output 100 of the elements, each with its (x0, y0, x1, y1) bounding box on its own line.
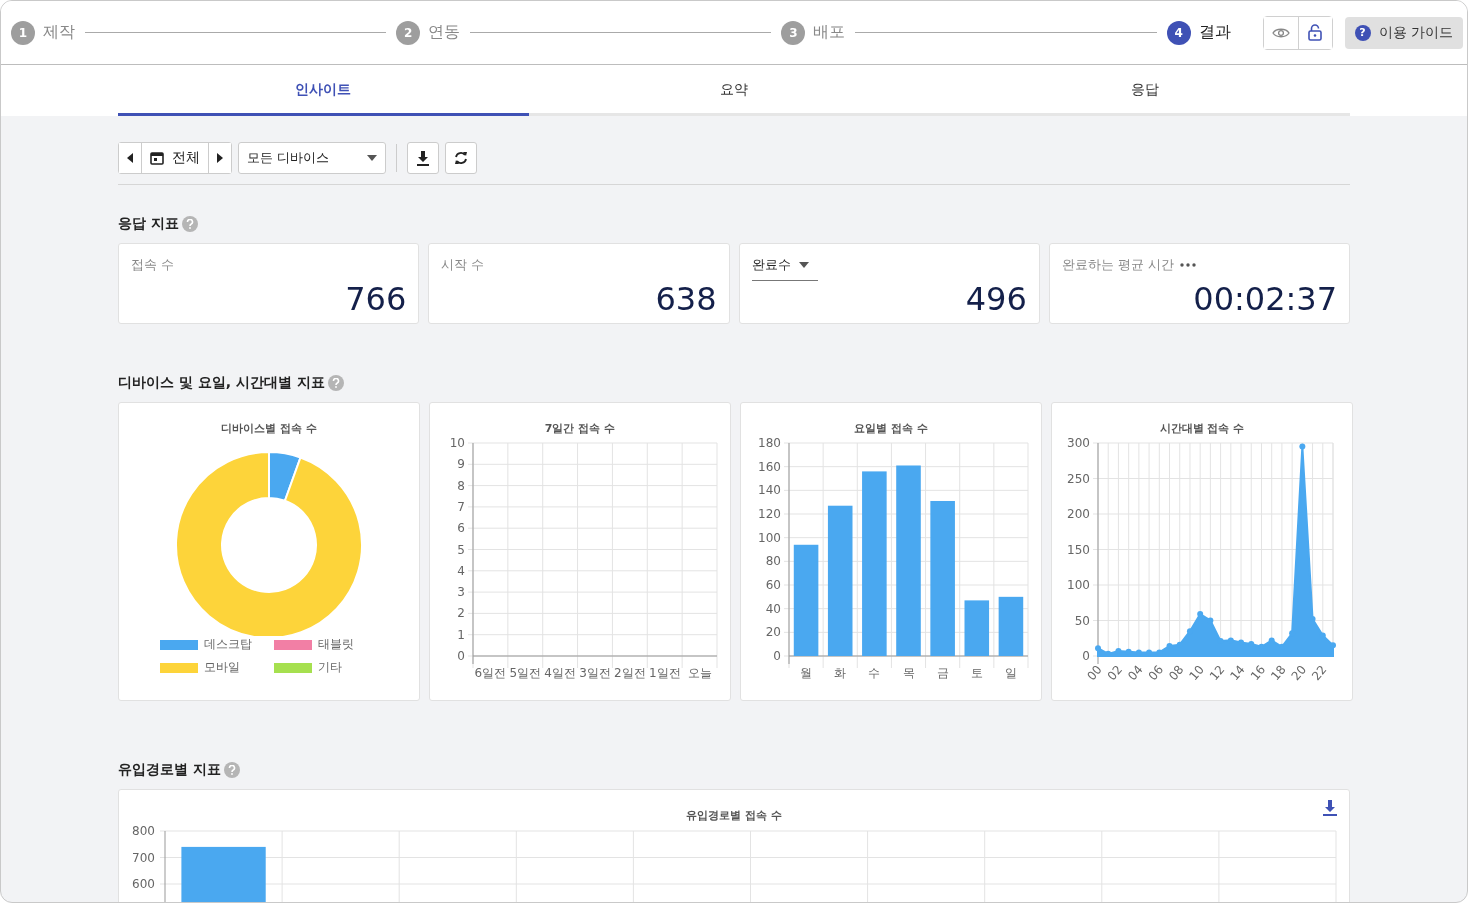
device-select[interactable]: 모든 디바이스 (238, 142, 386, 174)
chart-title: 요일별 접속 수 (854, 421, 928, 436)
section-title: 디바이스 및 요일, 시간대별 지표 (118, 374, 325, 392)
tab[interactable]: 응답 (939, 65, 1350, 116)
axis-tick-label: 오늘 (687, 666, 712, 680)
axis-tick-label: 02 (1104, 662, 1126, 684)
help-icon: ? (1354, 24, 1371, 41)
data-point (1197, 611, 1204, 618)
left-triangle-icon (127, 153, 133, 163)
section-title: 유입경로별 지표 (118, 761, 221, 779)
legend-label: 모바일 (204, 659, 241, 676)
axis-tick-label: 150 (1067, 542, 1090, 557)
axis-tick-label: 4일전 (544, 666, 576, 680)
chart-title: 유입경로별 접속 수 (686, 808, 782, 823)
legend-swatch (274, 662, 312, 673)
axis-tick-label: 5일전 (509, 666, 542, 680)
axis-tick-label: 10 (1186, 662, 1207, 684)
axis-tick-label: 월 (800, 666, 813, 680)
chart-title: 디바이스별 접속 수 (221, 421, 317, 436)
data-point (1095, 645, 1101, 652)
step-number: 1 (11, 20, 35, 45)
axis-tick-label: 0 (457, 649, 465, 663)
download-button[interactable] (407, 142, 439, 174)
data-point (1166, 643, 1173, 650)
lock-icon (1308, 24, 1323, 41)
legend-swatch (160, 639, 198, 650)
data-point (1330, 642, 1336, 649)
refresh-icon (453, 151, 469, 165)
axis-tick-label: 120 (758, 507, 781, 521)
step[interactable]: 2 연동 (396, 20, 461, 45)
axis-tick-label: 금 (936, 666, 949, 680)
caret-icon (798, 262, 809, 268)
axis-tick-label: 04 (1125, 662, 1146, 684)
section-title: 응답 지표 (118, 215, 179, 233)
step-number: 2 (396, 20, 421, 45)
axis-tick-label: 600 (132, 877, 155, 891)
bar (998, 596, 1024, 656)
axis-tick-label: 14 (1227, 662, 1248, 684)
metric-label: 접속 수 (131, 256, 176, 274)
axis-tick-label: 100 (1067, 578, 1090, 592)
axis-tick-label: 100 (758, 530, 781, 545)
metric-label: 완료하는 평균 시간 (1061, 256, 1174, 274)
axis-tick-label: 250 (1067, 471, 1090, 486)
completion-dropdown[interactable]: 완료수 (751, 256, 818, 281)
tab[interactable]: 요약 (528, 65, 940, 116)
axis-tick-label: 3일전 (579, 666, 611, 680)
eye-icon (1271, 26, 1290, 39)
axis-tick-label: 800 (132, 824, 155, 838)
axis-tick-label: 160 (758, 459, 781, 474)
axis-tick-label: 140 (758, 483, 781, 498)
axis-tick-label: 6일전 (474, 666, 507, 680)
step[interactable]: 4 결과 (1166, 20, 1231, 45)
axis-tick-label: 06 (1145, 662, 1167, 684)
axis-tick-label: 토 (970, 666, 983, 680)
axis-tick-label: 9 (457, 457, 465, 472)
axis-tick-label: 22 (1309, 662, 1330, 684)
axis-tick-label: 2일전 (614, 666, 646, 680)
axis-tick-label: 60 (765, 578, 781, 592)
axis-tick-label: 80 (765, 554, 781, 569)
metric-label: 시작 수 (441, 256, 486, 274)
axis-tick-label: 12 (1206, 662, 1228, 684)
metric-value: 766 (345, 281, 407, 317)
lock-button[interactable] (1297, 16, 1332, 49)
legend-swatch (160, 662, 198, 673)
axis-tick-label: 목 (902, 666, 915, 680)
axis-tick-label: 0 (1082, 649, 1090, 663)
download-icon[interactable] (1323, 800, 1337, 817)
axis-tick-label: 8 (457, 478, 465, 493)
axis-tick-label: 1일전 (648, 666, 681, 680)
refresh-button[interactable] (445, 142, 477, 174)
data-point (1207, 617, 1214, 624)
caret-icon (367, 155, 377, 161)
axis-tick-label: 08 (1166, 662, 1187, 684)
bar (964, 600, 990, 656)
axis-tick-label: 00 (1084, 662, 1105, 684)
axis-tick-label: 7 (457, 499, 465, 514)
legend-label: 태블릿 (318, 636, 355, 653)
axis-tick-label: 18 (1268, 662, 1289, 684)
axis-tick-label: 16 (1247, 662, 1269, 684)
axis-tick-label: 2 (457, 606, 465, 621)
axis-tick-label: 40 (765, 601, 781, 616)
axis-tick-label: 4 (457, 563, 465, 578)
step[interactable]: 1 제작 (11, 20, 75, 45)
axis-tick-label: 6 (457, 521, 465, 536)
more-icon[interactable] (1180, 263, 1196, 267)
step[interactable]: 3 배포 (781, 20, 846, 45)
data-point (1186, 628, 1193, 635)
legend-swatch (274, 639, 312, 650)
axis-tick-label: 700 (132, 850, 155, 865)
axis-tick-label: 10 (449, 436, 465, 450)
next-button[interactable] (208, 143, 231, 173)
calendar-icon (150, 151, 164, 165)
legend-label: 기타 (318, 659, 343, 676)
axis-tick-label: 0 (773, 649, 781, 663)
guide-button[interactable]: ? 이용 가이드 (1344, 16, 1463, 49)
download-icon (416, 150, 430, 166)
data-point (1299, 443, 1306, 450)
tab[interactable]: 인사이트 (118, 65, 529, 116)
legend-label: 데스크탑 (204, 636, 253, 653)
axis-tick-label: 300 (1067, 436, 1090, 450)
